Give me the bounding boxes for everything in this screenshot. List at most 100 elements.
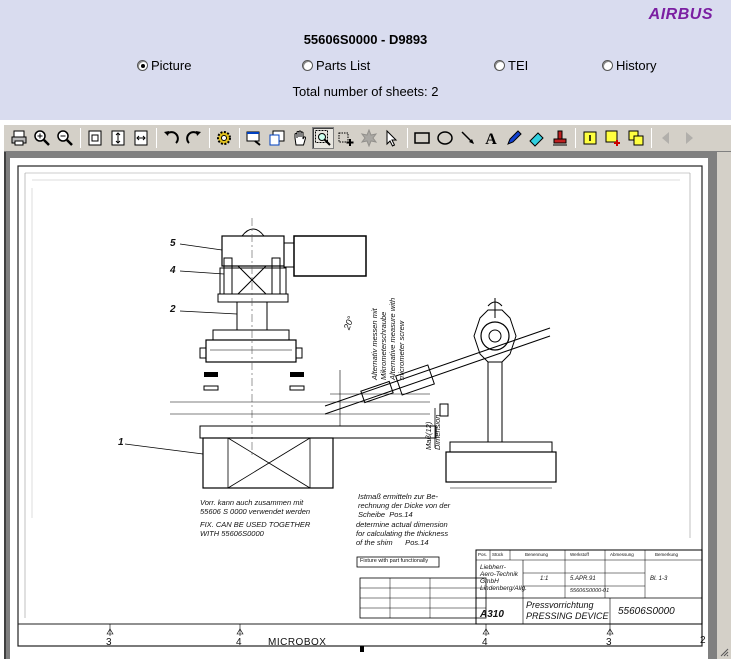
zoom-in-icon xyxy=(34,130,50,146)
title-block-title-de: Pressvorrichtung xyxy=(526,600,594,610)
magnifier-window-button[interactable] xyxy=(243,127,265,149)
text-icon: A xyxy=(485,131,497,147)
view-option-history[interactable]: History xyxy=(602,58,656,73)
settings-button[interactable] xyxy=(213,127,235,149)
overview-icon xyxy=(269,130,285,146)
pen-icon xyxy=(507,130,522,145)
item-number: 1 xyxy=(118,437,124,448)
rotate-left-icon xyxy=(164,131,179,144)
line-icon xyxy=(461,131,474,144)
pan-button[interactable] xyxy=(289,127,311,149)
rotate-right-icon xyxy=(186,131,201,144)
dimension-label: Maß(12) Dimension xyxy=(424,414,442,450)
ellipse-tool-button[interactable] xyxy=(434,127,456,149)
technical-drawing xyxy=(17,165,703,652)
rectangle-tool-button[interactable] xyxy=(411,127,433,149)
item-number: 2 xyxy=(170,304,176,315)
sheet-count: Total number of sheets: 2 xyxy=(292,84,439,99)
stamp-button[interactable] xyxy=(358,127,380,149)
zone-mark: 3 xyxy=(606,637,612,648)
viewer-toolbar: A xyxy=(4,124,731,152)
radio-icon[interactable] xyxy=(602,60,613,71)
fit-page-button[interactable] xyxy=(84,127,106,149)
document-title: 55606S0000 - D9893 xyxy=(303,32,428,47)
zoom-out-button[interactable] xyxy=(54,127,76,149)
zone-mark: 4 xyxy=(236,637,242,648)
magnifier-window-icon xyxy=(246,131,261,146)
toolbar-separator xyxy=(575,128,576,148)
toolbar-separator xyxy=(239,128,240,148)
add-markup-button[interactable] xyxy=(335,127,357,149)
note-add-icon xyxy=(605,130,620,146)
note-copy-button[interactable] xyxy=(625,127,647,149)
note-add-button[interactable] xyxy=(602,127,624,149)
print-button[interactable] xyxy=(8,127,30,149)
fixture-label: Fixture with part functionally xyxy=(360,558,429,564)
view-selector: Picture Parts List TEI History xyxy=(0,58,731,76)
fit-width-button[interactable] xyxy=(130,127,152,149)
toolbar-separator xyxy=(209,128,210,148)
title-block-scale: 1:1 xyxy=(540,576,549,582)
view-option-parts-list[interactable]: Parts List xyxy=(302,58,370,73)
rectangle-icon xyxy=(414,132,430,144)
radio-icon[interactable] xyxy=(302,60,313,71)
next-page-icon xyxy=(686,132,693,144)
note-button[interactable] xyxy=(579,127,601,149)
title-block-col-pos: Pos. xyxy=(478,552,488,557)
pan-icon xyxy=(294,130,307,146)
drawing-viewer[interactable]: 5 4 2 1 Vorr. kann auch zusammen mit 556… xyxy=(4,152,731,659)
fit-width-icon xyxy=(134,130,148,146)
measure-note-en: determine actual dimension for calculati… xyxy=(356,520,449,547)
note-copy-icon xyxy=(628,130,644,146)
title-block-sheet: Bl. 1-3 xyxy=(650,576,668,582)
select-icon xyxy=(386,129,398,147)
title-block-date: 5.APR.91 xyxy=(570,576,596,582)
highlight-icon xyxy=(529,132,544,147)
ellipse-icon xyxy=(437,131,453,145)
title-block-col-name: Benennung xyxy=(525,552,549,557)
previous-page-button[interactable] xyxy=(655,127,677,149)
radio-icon[interactable] xyxy=(494,60,505,71)
rotate-left-button[interactable] xyxy=(160,127,182,149)
view-option-tei[interactable]: TEI xyxy=(494,58,528,73)
title-block-col-qty: Stück xyxy=(492,552,504,557)
next-page-button[interactable] xyxy=(678,127,700,149)
settings-icon xyxy=(217,131,231,145)
line-tool-button[interactable] xyxy=(457,127,479,149)
overview-button[interactable] xyxy=(266,127,288,149)
pen-tool-button[interactable] xyxy=(503,127,525,149)
view-option-label: Parts List xyxy=(316,58,371,73)
zoom-area-button[interactable] xyxy=(312,127,334,149)
text-tool-button[interactable]: A xyxy=(480,127,502,149)
document-header: AIRBUS 55606S0000 - D9893 Picture Parts … xyxy=(0,0,731,120)
radio-selected-icon[interactable] xyxy=(137,60,148,71)
toolbar-separator xyxy=(156,128,157,148)
zone-mark: 2 xyxy=(700,635,706,646)
view-option-label: TEI xyxy=(508,58,529,73)
resize-grip-icon[interactable] xyxy=(719,647,729,657)
toolbar-separator xyxy=(407,128,408,148)
redline-tool-button[interactable] xyxy=(549,127,571,149)
rotate-right-button[interactable] xyxy=(183,127,205,149)
drawing-sheet[interactable]: 5 4 2 1 Vorr. kann auch zusammen mit 556… xyxy=(10,158,708,659)
zoom-area-icon xyxy=(315,130,331,146)
view-option-label: History xyxy=(616,58,657,73)
fit-page-icon xyxy=(88,130,102,146)
airbus-logo: AIRBUS xyxy=(648,6,713,23)
title-block-col-dim: Abmessung xyxy=(610,552,634,557)
item-number: 4 xyxy=(170,265,176,276)
vertical-scrollbar[interactable] xyxy=(717,152,731,659)
highlight-tool-button[interactable] xyxy=(526,127,548,149)
view-option-picture[interactable]: Picture xyxy=(137,58,191,73)
zoom-in-button[interactable] xyxy=(31,127,53,149)
microbox-label: MICROBOX xyxy=(268,637,327,648)
select-button[interactable] xyxy=(381,127,403,149)
redline-icon xyxy=(553,130,567,146)
add-markup-icon xyxy=(338,132,354,146)
note-icon xyxy=(583,131,597,145)
previous-page-icon xyxy=(662,132,669,144)
fit-height-button[interactable] xyxy=(107,127,129,149)
toolbar-separator xyxy=(80,128,81,148)
view-option-label: Picture xyxy=(151,58,192,73)
fixture-note-de: Vorr. kann auch zusammen mit 55606 S 000… xyxy=(200,498,311,516)
